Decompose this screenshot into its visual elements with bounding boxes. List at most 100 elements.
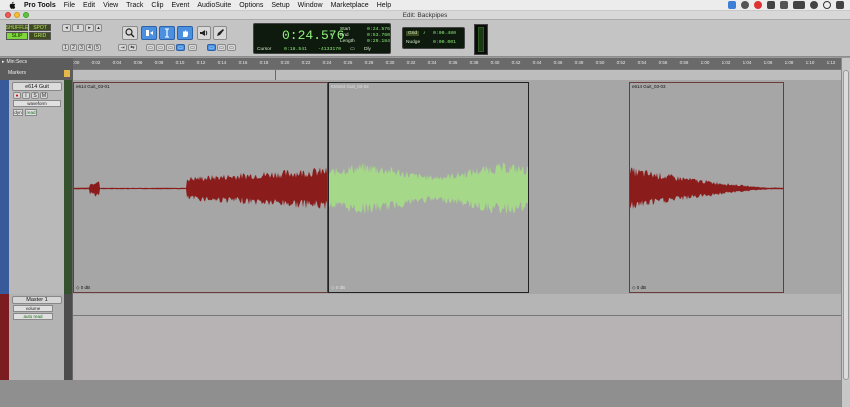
insertion-follows-button[interactable]: ▭: [166, 44, 175, 51]
nudge-value-label[interactable]: Nudge: [406, 40, 420, 45]
timeline-ruler[interactable]: 0:00 0:02 0:04 0:06 0:08 0:10 0:12 0:14 0:16 0:18…: [73, 58, 841, 69]
menu-help[interactable]: Help: [377, 2, 391, 9]
zoom-midi-button[interactable]: ▴: [95, 24, 102, 32]
spot-mode-button[interactable]: SPOT: [29, 24, 51, 31]
menu-options[interactable]: Options: [239, 2, 263, 9]
keyboard-focus-button[interactable]: ▭: [188, 44, 197, 51]
track-name-e614-guit[interactable]: e614 Guit: [12, 82, 62, 91]
mute-button[interactable]: M: [40, 92, 48, 99]
track-lane-e614-guit[interactable]: e614 Guit_03-01 ◇ 0 dB KM184 Guit_03-02 …: [73, 80, 841, 294]
add-marker-icon[interactable]: [64, 70, 70, 77]
length-label: Length: [340, 39, 355, 44]
clip-e614-guit-03-01[interactable]: e614 Guit_03-01 ◇ 0 dB: [73, 82, 328, 293]
grid-mode-button[interactable]: GRID: [29, 32, 51, 40]
zoom-preset-3[interactable]: 3: [78, 44, 85, 51]
menu-edit[interactable]: Edit: [83, 2, 95, 9]
nudge-value[interactable]: 0:00.001: [433, 40, 456, 45]
link-timeline-button[interactable]: ▭: [146, 44, 155, 51]
volume-automation-line[interactable]: [73, 315, 841, 316]
zoom-tool-button[interactable]: [122, 26, 138, 40]
menu-marketplace[interactable]: Marketplace: [331, 2, 369, 9]
automation-mode-selector[interactable]: read: [25, 109, 37, 116]
pencil-tool-button[interactable]: [213, 26, 227, 40]
menu-view[interactable]: View: [103, 2, 118, 9]
clip-gain-icon[interactable]: ◇: [331, 285, 334, 290]
zoom-preset-5[interactable]: 5: [94, 44, 101, 51]
menu-file[interactable]: File: [64, 2, 75, 9]
dly-label[interactable]: Dly: [364, 47, 371, 52]
track-name-master-1[interactable]: Master 1: [12, 296, 62, 304]
counter-dropdown-icon[interactable]: ▾: [330, 32, 333, 38]
grabber-tool-button[interactable]: [177, 26, 193, 40]
sync-icon[interactable]: [741, 1, 749, 9]
clip-gain-icon[interactable]: ◇: [632, 285, 635, 290]
menu-list-icon[interactable]: [836, 1, 844, 9]
vertical-scrollbar[interactable]: [841, 58, 850, 407]
zoom-preset-1[interactable]: 1: [62, 44, 69, 51]
group-enable-button[interactable]: ▭: [207, 44, 216, 51]
volume-icon[interactable]: [767, 1, 775, 9]
track1-read-label: read: [26, 110, 36, 115]
menu-window[interactable]: Window: [298, 2, 323, 9]
master-automation-selector[interactable]: auto read: [13, 313, 53, 320]
master-view-selector[interactable]: volume: [13, 305, 53, 312]
midi-thru-button[interactable]: ▭: [217, 44, 226, 51]
grid-value[interactable]: 0:00.480: [433, 31, 456, 36]
record-enable-button[interactable]: ●: [13, 92, 21, 99]
mirror-midi-button[interactable]: ⇆: [128, 44, 137, 51]
grid-value-label[interactable]: Grid: [406, 31, 420, 36]
pencil-icon: [217, 29, 224, 36]
speaker-icon: [200, 30, 208, 36]
menu-setup[interactable]: Setup: [271, 2, 289, 9]
smart-tool-link-button[interactable]: ▭: [176, 44, 185, 51]
menu-event[interactable]: Event: [171, 2, 189, 9]
zoom-in-button[interactable]: ▸: [85, 24, 94, 32]
solo-button[interactable]: S: [31, 92, 39, 99]
battery-icon[interactable]: [793, 1, 805, 9]
playlist-button[interactable]: dyn: [13, 109, 23, 116]
clip-gain-icon[interactable]: ◇: [76, 285, 79, 290]
input-monitor-button[interactable]: I: [22, 92, 30, 99]
shuffle-mode-button[interactable]: SHUFFLE: [6, 24, 28, 31]
zoom-vertical-button[interactable]: ⇕: [72, 24, 84, 32]
pre-post-roll-icon[interactable]: ▭: [350, 47, 355, 52]
apple-icon[interactable]: [8, 1, 16, 10]
link-track-edit-button[interactable]: ▭: [156, 44, 165, 51]
search-icon[interactable]: [823, 1, 831, 9]
zoom-preset-4-label: 4: [88, 44, 91, 51]
clip-e614-guit-03-03[interactable]: e614 Guit_03-03 ◇ 0 dB: [629, 82, 784, 293]
zoom-out-button[interactable]: ◂: [62, 24, 71, 32]
scrubber-tool-button[interactable]: [197, 26, 211, 40]
playhead-marker-icon: [275, 70, 276, 80]
edit-lock-button[interactable]: ▭: [227, 44, 236, 51]
wifi-icon[interactable]: [780, 1, 788, 9]
menu-pro-tools[interactable]: Pro Tools: [24, 2, 56, 9]
markers-ruler[interactable]: [73, 69, 841, 80]
end-value[interactable]: 0:53.760: [367, 33, 390, 38]
tab-to-transients-button[interactable]: ⇥: [118, 44, 127, 51]
menu-clip[interactable]: Clip: [151, 2, 163, 9]
menu-audiosuite[interactable]: AudioSuite: [197, 2, 231, 9]
waveform-2: [329, 162, 528, 215]
length-value[interactable]: 0:29.184: [367, 39, 390, 44]
trim-tool-button[interactable]: [141, 26, 157, 40]
start-value[interactable]: 0:24.576: [367, 27, 390, 32]
track-lane-master-1[interactable]: [73, 294, 841, 380]
dropbox-icon[interactable]: [728, 1, 736, 9]
zoom-preset-2[interactable]: 2: [70, 44, 77, 51]
main-counter-display[interactable]: 0:24.576 ▾ Start 0:24.576 End 0:53.760 L…: [253, 23, 391, 54]
c-badge-icon[interactable]: [754, 1, 762, 9]
ruler-tick-label: 0:56: [658, 60, 668, 65]
zoom-preset-4[interactable]: 4: [86, 44, 93, 51]
clip-km184-guit-03-02[interactable]: KM184 Guit_03-02 ◇ 0 dB: [328, 82, 529, 293]
magnifier-icon: [125, 28, 135, 38]
menu-track[interactable]: Track: [126, 2, 143, 9]
ruler-tick-label: 0:40: [490, 60, 500, 65]
slip-mode-button[interactable]: SLIP: [6, 32, 28, 40]
track-view-selector[interactable]: waveform: [13, 100, 61, 107]
scrollbar-thumb[interactable]: [843, 70, 849, 380]
user-icon[interactable]: [810, 1, 818, 9]
selector-tool-button[interactable]: [159, 26, 175, 40]
macos-menubar: Pro Tools File Edit View Track Clip Even…: [0, 0, 850, 11]
ruler-toggle-icon[interactable]: ▸: [2, 59, 5, 65]
